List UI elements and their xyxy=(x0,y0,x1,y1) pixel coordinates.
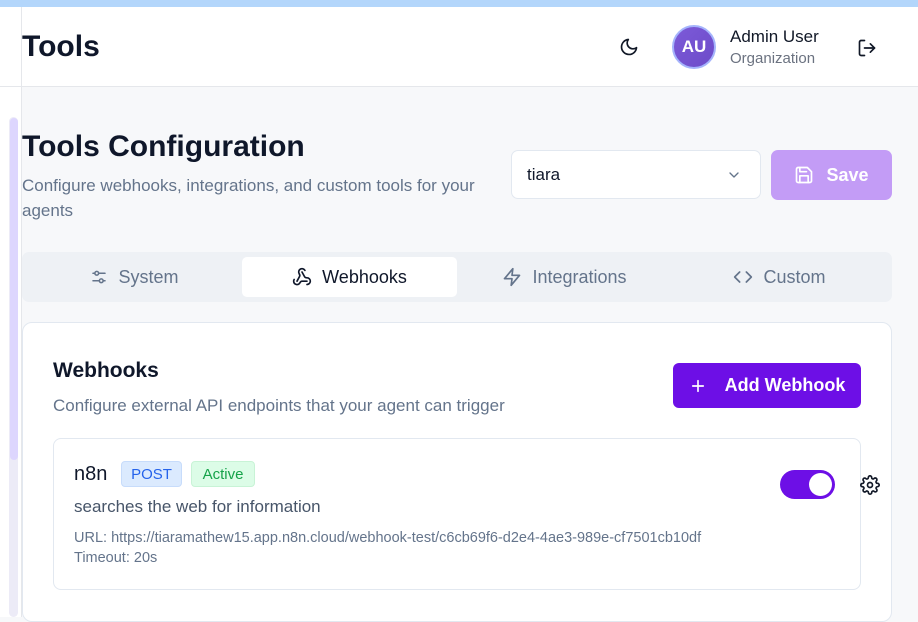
chevron-down-icon xyxy=(729,172,739,178)
logout-icon xyxy=(858,39,876,57)
tools-tabs: System Webhooks Integrations Custom xyxy=(22,252,892,302)
page-title: Tools Configuration xyxy=(22,130,305,163)
status-badge: Active xyxy=(191,461,255,487)
agent-select[interactable]: tiara xyxy=(511,150,761,199)
tab-custom[interactable]: Custom xyxy=(672,257,887,297)
code-icon xyxy=(734,271,753,283)
page-subtitle: Configure webhooks, integrations, and cu… xyxy=(22,176,475,220)
save-icon xyxy=(796,166,813,184)
tab-system[interactable]: System xyxy=(27,257,242,297)
user-organization: Organization xyxy=(730,50,816,67)
tab-webhooks-label: Webhooks xyxy=(322,266,407,287)
top-accent-bar xyxy=(0,0,918,7)
plus-icon xyxy=(691,379,704,392)
webhook-icon xyxy=(292,267,312,286)
tab-webhooks[interactable]: Webhooks xyxy=(242,257,457,297)
header-title: Tools xyxy=(22,30,100,63)
sliders-icon xyxy=(92,270,107,284)
webhook-name: n8n xyxy=(74,463,108,485)
webhook-timeout: Timeout: 20s xyxy=(74,550,158,566)
webhook-settings-button[interactable] xyxy=(858,473,882,497)
avatar-initials: AU xyxy=(681,37,707,56)
tab-integrations[interactable]: Integrations xyxy=(457,257,672,297)
tab-integrations-label: Integrations xyxy=(532,266,627,287)
left-rail-top xyxy=(0,7,22,87)
webhook-description: searches the web for information xyxy=(74,497,321,516)
agent-select-value: tiara xyxy=(527,164,561,184)
moon-icon xyxy=(620,38,638,56)
add-webhook-label: Add Webhook xyxy=(724,375,846,395)
method-badge: POST xyxy=(121,461,182,487)
scrollbar-thumb[interactable] xyxy=(10,118,18,460)
save-label: Save xyxy=(826,164,869,185)
webhook-enabled-toggle[interactable] xyxy=(780,470,835,499)
app-header xyxy=(22,7,918,87)
user-name: Admin User xyxy=(730,27,819,46)
save-button[interactable]: Save xyxy=(771,150,892,200)
toggle-knob xyxy=(809,473,832,496)
tab-custom-label: Custom xyxy=(763,266,826,287)
gear-icon xyxy=(860,475,880,495)
zap-icon xyxy=(504,267,521,287)
webhooks-title: Webhooks xyxy=(53,359,159,382)
avatar[interactable]: AU xyxy=(672,25,716,69)
theme-toggle-button[interactable] xyxy=(614,32,644,62)
logout-button[interactable] xyxy=(852,33,882,63)
tab-system-label: System xyxy=(118,266,179,287)
webhooks-subtitle: Configure external API endpoints that yo… xyxy=(53,396,505,415)
add-webhook-button[interactable]: Add Webhook xyxy=(673,363,861,408)
webhook-url: URL: https://tiaramathew15.app.n8n.cloud… xyxy=(74,530,702,546)
